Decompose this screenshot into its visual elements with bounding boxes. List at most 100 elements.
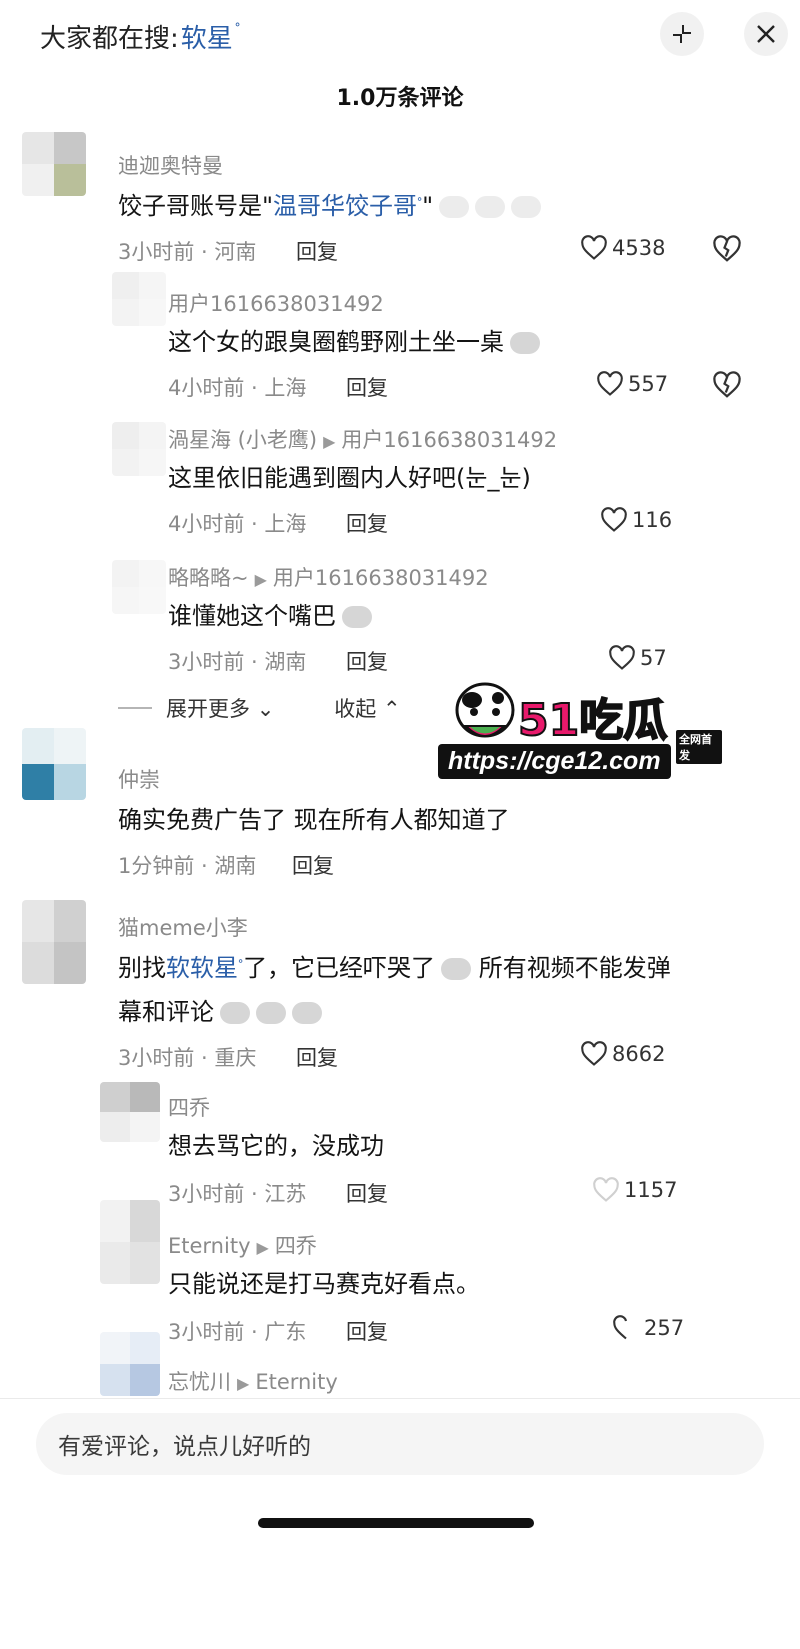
reply-to-username[interactable]: 四乔 xyxy=(275,1234,317,1258)
comment-text: 这里依旧能遇到圈内人好吧(눈_눈) xyxy=(168,464,531,492)
comment-count: 1.0万条评论 xyxy=(336,86,464,111)
avatar[interactable] xyxy=(112,422,166,476)
comment-username[interactable]: 用户1616638031492 xyxy=(168,288,384,318)
username-text: 渦星海 (小老鹰) xyxy=(168,428,318,452)
emoji-icon xyxy=(342,606,372,628)
comment-time-location: 3小时前 · 广东 xyxy=(168,1320,307,1344)
reply-button[interactable]: 回复 xyxy=(346,1316,388,1346)
like-count: 4538 xyxy=(612,236,666,260)
reply-button[interactable]: 回复 xyxy=(346,508,388,538)
comment-text: 别找软软星ᐤ了，它已经吓哭了 所有视频不能发弹 xyxy=(118,948,671,993)
emoji-icon xyxy=(220,1002,250,1024)
like-button[interactable]: 257 xyxy=(612,1314,684,1342)
avatar[interactable] xyxy=(100,1332,160,1396)
search-keyword[interactable]: 软星 xyxy=(181,18,233,55)
comment-time-location: 3小时前 · 重庆 xyxy=(118,1046,257,1070)
heart-icon xyxy=(597,371,623,396)
heart-icon xyxy=(601,507,627,532)
comment-text: 确实免费广告了 现在所有人都知道了 xyxy=(118,806,510,834)
collapse-label: 收起 xyxy=(334,697,377,721)
avatar[interactable] xyxy=(112,560,166,614)
emoji-icon xyxy=(292,1002,322,1024)
comment-username[interactable]: Eternity ▶ 四乔 xyxy=(168,1230,317,1260)
reply-arrow-icon: ▶ xyxy=(254,570,267,589)
reply-arrow-icon: ▶ xyxy=(256,1238,269,1257)
collapse-replies-button[interactable]: 收起 ⌃ xyxy=(334,693,400,723)
comment-username[interactable]: 四乔 xyxy=(168,1092,210,1122)
reply-to-username[interactable]: 用户1616638031492 xyxy=(341,428,557,452)
comment-username[interactable]: 渦星海 (小老鹰) ▶ 用户1616638031492 xyxy=(168,424,557,454)
comment-time-location: 3小时前 · 湖南 xyxy=(168,650,307,674)
search-prefix: 大家都在搜: xyxy=(40,23,179,54)
reply-button[interactable]: 回复 xyxy=(296,1042,338,1072)
username-text: 忘忧川 xyxy=(168,1370,231,1394)
comment-username[interactable]: 忘忧川 ▶ Eternity xyxy=(168,1366,338,1396)
comment-keyword-link[interactable]: 软软星 xyxy=(166,954,238,982)
avatar[interactable] xyxy=(22,132,86,196)
comment-username[interactable]: 迪迦奥特曼 xyxy=(118,150,223,180)
close-button[interactable] xyxy=(744,12,788,56)
broken-heart-icon[interactable] xyxy=(712,370,742,400)
watermark-logo: 51吃瓜 xyxy=(517,694,668,747)
reply-arrow-icon: ▶ xyxy=(323,432,336,451)
heart-icon xyxy=(581,235,607,260)
comment-sheet: 大家都在搜: 软星 ᐤ 1.0万条评论 迪迦奥特曼 饺子哥账号是"温哥华饺子哥ᐤ… xyxy=(0,0,800,1649)
search-icon: ᐤ xyxy=(234,20,241,36)
like-button[interactable]: 57 xyxy=(608,644,667,672)
emoji-icon xyxy=(256,1002,286,1024)
comment-keyword-link[interactable]: 温哥华饺子哥 xyxy=(273,192,417,220)
avatar[interactable] xyxy=(100,1200,160,1284)
divider-line xyxy=(118,707,152,709)
comment-time-location: 4小时前 · 上海 xyxy=(168,512,307,536)
comment-text-part: 饺子哥账号是" xyxy=(118,192,274,220)
reply-to-username[interactable]: Eternity xyxy=(255,1370,338,1394)
expand-more-button[interactable]: 展开更多 ⌄ xyxy=(166,693,274,723)
comment-text-part: 了，它已经吓哭了 xyxy=(243,954,436,982)
avatar[interactable] xyxy=(22,728,86,800)
avatar[interactable] xyxy=(22,900,86,984)
comment-text: 这个女的跟臭圈鹤野刚土坐一桌 xyxy=(168,322,540,362)
like-button[interactable]: 4538 xyxy=(580,234,665,262)
like-button[interactable]: 557 xyxy=(596,370,668,398)
comment-text: 只能说还是打马赛克好看点。 xyxy=(168,1270,480,1298)
broken-heart-icon[interactable] xyxy=(712,234,742,264)
reply-to-username[interactable]: 用户1616638031492 xyxy=(273,566,489,590)
home-indicator[interactable] xyxy=(258,1518,534,1528)
reply-button[interactable]: 回复 xyxy=(296,236,338,266)
heart-icon xyxy=(581,1041,607,1066)
watermark-url: https://cge12.com xyxy=(438,744,671,779)
collapse-button[interactable] xyxy=(660,12,704,56)
like-button[interactable]: 8662 xyxy=(580,1040,665,1068)
like-count: 8662 xyxy=(612,1042,666,1066)
like-count: 116 xyxy=(632,508,673,532)
comment-text-part: 别找 xyxy=(118,954,166,982)
comment-time-location: 4小时前 · 上海 xyxy=(168,376,307,400)
emoji-icon xyxy=(475,196,506,218)
search-suggestion[interactable]: 大家都在搜: 软星 ᐤ xyxy=(40,16,240,56)
avatar[interactable] xyxy=(100,1082,160,1142)
comment-text: 饺子哥账号是"温哥华饺子哥ᐤ" xyxy=(118,186,542,231)
comment-time-location: 3小时前 · 河南 xyxy=(118,240,257,264)
comment-text-part: 所有视频不能发弹 xyxy=(478,954,671,982)
watermark-tag: 全网首发 xyxy=(676,730,722,764)
heart-icon xyxy=(593,1177,619,1202)
comment-username[interactable]: 仲崇 xyxy=(118,764,160,794)
comment-username[interactable]: 略略略~ ▶ 用户1616638031492 xyxy=(168,562,489,592)
comment-time-location: 1分钟前 · 湖南 xyxy=(118,854,257,878)
like-button[interactable]: 116 xyxy=(600,506,672,534)
username-text: Eternity xyxy=(168,1234,251,1258)
comment-text: 想去骂它的，没成功 xyxy=(168,1132,384,1160)
like-button[interactable]: 1157 xyxy=(592,1176,677,1204)
divider xyxy=(0,1398,800,1399)
reply-button[interactable]: 回复 xyxy=(292,850,334,880)
reply-button[interactable]: 回复 xyxy=(346,1178,388,1208)
comment-username[interactable]: 猫meme小李 xyxy=(118,912,248,942)
avatar[interactable] xyxy=(112,272,166,326)
comment-text-part: 谁懂她这个嘴巴 xyxy=(168,602,336,630)
heart-icon xyxy=(613,1315,628,1340)
comment-text-part: " xyxy=(422,192,434,220)
reply-button[interactable]: 回复 xyxy=(346,646,388,676)
reply-button[interactable]: 回复 xyxy=(346,372,388,402)
comment-input[interactable]: 有爱评论，说点儿好听的 xyxy=(36,1413,764,1475)
close-icon xyxy=(757,25,775,43)
